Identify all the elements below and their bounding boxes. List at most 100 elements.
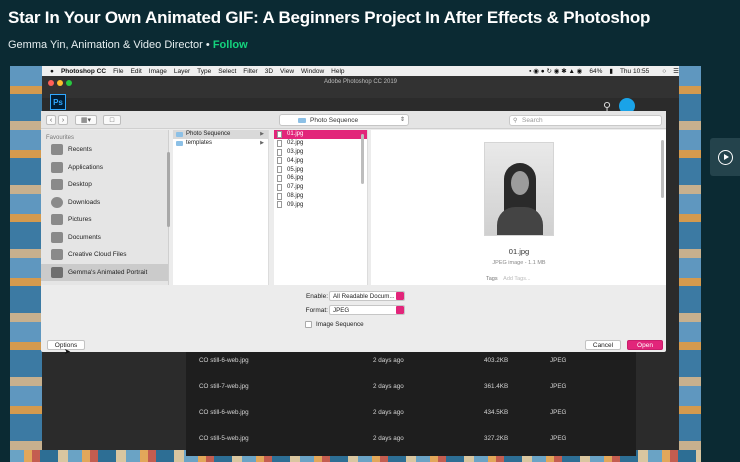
search-input[interactable]: ⚲ Search xyxy=(509,115,662,126)
sidebar-item-pictures[interactable]: Pictures xyxy=(41,211,168,229)
jpeg-file-icon xyxy=(277,131,282,138)
file-name: CO still-5-web.jpg xyxy=(199,435,249,442)
file-label: 07.jpg xyxy=(287,184,304,191)
file-label: 04.jpg xyxy=(287,157,304,164)
sidebar-scrollbar[interactable] xyxy=(167,152,170,227)
menu-select[interactable]: Select xyxy=(218,68,236,75)
tags-label: Tags xyxy=(486,276,498,282)
tags-input[interactable]: Add Tags... xyxy=(503,276,530,282)
back-button[interactable]: ‹ xyxy=(46,115,56,125)
enable-row: Enable: All Readable Docum... xyxy=(41,291,666,303)
file-preview-pane: 01.jpg JPEG image - 1.1 MB Tags Add Tags… xyxy=(371,130,666,285)
search-status-icon[interactable]: ○ xyxy=(662,68,666,75)
view-mode-button[interactable]: ▦▾ xyxy=(75,115,97,125)
folder-item-templates[interactable]: templates ▶ xyxy=(173,139,268,148)
file-date: 2 days ago xyxy=(373,409,404,416)
finder-sidebar: Favourites Recents Applications Desktop … xyxy=(41,130,170,285)
recents-icon xyxy=(51,144,63,155)
mac-menubar: ● Photoshop CC File Edit Image Layer Typ… xyxy=(42,66,679,76)
file-label: 08.jpg xyxy=(287,192,304,199)
file-item-04[interactable]: 04.jpg xyxy=(274,156,367,165)
sidebar-item-label: Applications xyxy=(68,163,104,171)
file-item-05[interactable]: 05.jpg xyxy=(274,165,367,174)
list-item[interactable]: CO still-7-web.jpg 2 days ago 361.4KB JP… xyxy=(186,378,636,404)
cancel-button[interactable]: Cancel xyxy=(585,340,621,350)
file-size: 361.4KB xyxy=(484,383,509,390)
sidebar-item-downloads[interactable]: Downloads xyxy=(41,194,168,212)
jpeg-file-icon xyxy=(277,166,282,174)
apple-icon[interactable]: ● xyxy=(50,68,54,75)
folder-label: templates xyxy=(186,139,213,146)
jpeg-file-icon xyxy=(277,183,282,191)
folder-column: Photo Sequence ▶ templates ▶ xyxy=(173,130,269,285)
list-item[interactable]: CO still-6-web.jpg 2 days ago 403.2KB JP… xyxy=(186,352,636,378)
jpeg-file-icon xyxy=(277,174,282,182)
desktop-wallpaper-left xyxy=(10,66,42,462)
file-name: CO still-6-web.jpg xyxy=(199,409,249,416)
file-item-02[interactable]: 02.jpg xyxy=(274,139,367,148)
background-file-list: CO still-6-web.jpg 2 days ago 403.2KB JP… xyxy=(186,352,636,456)
author-name[interactable]: Gemma Yin, Animation & Video Director xyxy=(8,39,203,51)
menu-edit[interactable]: Edit xyxy=(131,68,142,75)
image-sequence-checkbox[interactable] xyxy=(305,321,312,328)
image-sequence-label: Image Sequence xyxy=(316,321,364,328)
list-item[interactable]: CO still-6-web.jpg 2 days ago 434.5KB JP… xyxy=(186,404,636,430)
sidebar-item-applications[interactable]: Applications xyxy=(41,159,168,177)
creative-cloud-icon xyxy=(51,249,63,260)
sidebar-item-label: Recents xyxy=(68,146,92,154)
file-label: 06.jpg xyxy=(287,175,304,182)
format-select[interactable]: JPEG xyxy=(329,305,405,315)
preview-thumbnail xyxy=(484,142,554,236)
sidebar-item-recents[interactable]: Recents xyxy=(41,141,168,159)
menu-type[interactable]: Type xyxy=(197,68,211,75)
file-label: 03.jpg xyxy=(287,148,304,155)
file-item-01[interactable]: 01.jpg xyxy=(274,130,367,139)
sidebar-item-label: Pictures xyxy=(68,216,92,224)
preview-scrollbar[interactable] xyxy=(661,140,664,198)
menu-3d[interactable]: 3D xyxy=(265,68,273,75)
file-column-scrollbar[interactable] xyxy=(361,134,364,184)
menu-layer[interactable]: Layer xyxy=(174,68,190,75)
file-column: 01.jpg 02.jpg 03.jpg 04.jpg 05.jpg 06.jp… xyxy=(274,130,368,285)
sidebar-item-documents[interactable]: Documents xyxy=(41,229,168,247)
file-item-03[interactable]: 03.jpg xyxy=(274,148,367,157)
menu-image[interactable]: Image xyxy=(149,68,167,75)
file-item-06[interactable]: 06.jpg xyxy=(274,174,367,183)
menu-view[interactable]: View xyxy=(280,68,294,75)
sidebar-item-desktop[interactable]: Desktop xyxy=(41,176,168,194)
status-icons: ▪ ◉ ● ↻ ◉ ✱ ▲ ◉ xyxy=(529,68,583,75)
menu-extras-icon[interactable]: ☰ xyxy=(673,67,679,75)
next-lesson-button[interactable] xyxy=(710,138,740,176)
list-item[interactable]: CO still-5-web.jpg 2 days ago 327.2KB JP… xyxy=(186,430,636,456)
folder-label: Photo Sequence xyxy=(186,131,231,138)
forward-button[interactable]: › xyxy=(58,115,68,125)
file-item-07[interactable]: 07.jpg xyxy=(274,183,367,192)
folder-item-photo-sequence[interactable]: Photo Sequence ▶ xyxy=(173,130,268,139)
open-button[interactable]: Open xyxy=(627,340,663,350)
file-item-08[interactable]: 08.jpg xyxy=(274,192,367,201)
location-dropdown[interactable]: Photo Sequence ⇕ xyxy=(279,114,409,126)
menu-filter[interactable]: Filter xyxy=(243,68,257,75)
file-label: 02.jpg xyxy=(287,140,304,147)
jpeg-file-icon xyxy=(277,148,282,156)
menu-window[interactable]: Window xyxy=(301,68,324,75)
menu-help[interactable]: Help xyxy=(331,68,344,75)
enable-select[interactable]: All Readable Docum... xyxy=(329,291,405,301)
new-folder-button[interactable]: □ xyxy=(103,115,121,125)
file-size: 403.2KB xyxy=(484,357,509,364)
sidebar-item-label: Documents xyxy=(68,233,101,241)
applications-icon xyxy=(51,161,63,173)
chevron-right-icon: ▶ xyxy=(260,139,264,146)
menu-app-name[interactable]: Photoshop CC xyxy=(61,68,106,75)
menu-file[interactable]: File xyxy=(113,68,123,75)
file-label: 05.jpg xyxy=(287,166,304,173)
image-sequence-row: Image Sequence xyxy=(305,321,364,328)
sidebar-item-creative-cloud[interactable]: Creative Cloud Files xyxy=(41,246,168,264)
preview-filename: 01.jpg xyxy=(508,247,530,256)
file-item-09[interactable]: 09.jpg xyxy=(274,200,367,209)
follow-button[interactable]: Follow xyxy=(213,39,248,51)
sidebar-item-label: Gemma's Animated Portrait xyxy=(68,268,148,276)
chevron-down-icon xyxy=(396,292,404,300)
sidebar-item-gemmas-animated-portrait[interactable]: Gemma's Animated Portrait xyxy=(41,263,168,281)
file-type: JPEG xyxy=(550,435,567,442)
